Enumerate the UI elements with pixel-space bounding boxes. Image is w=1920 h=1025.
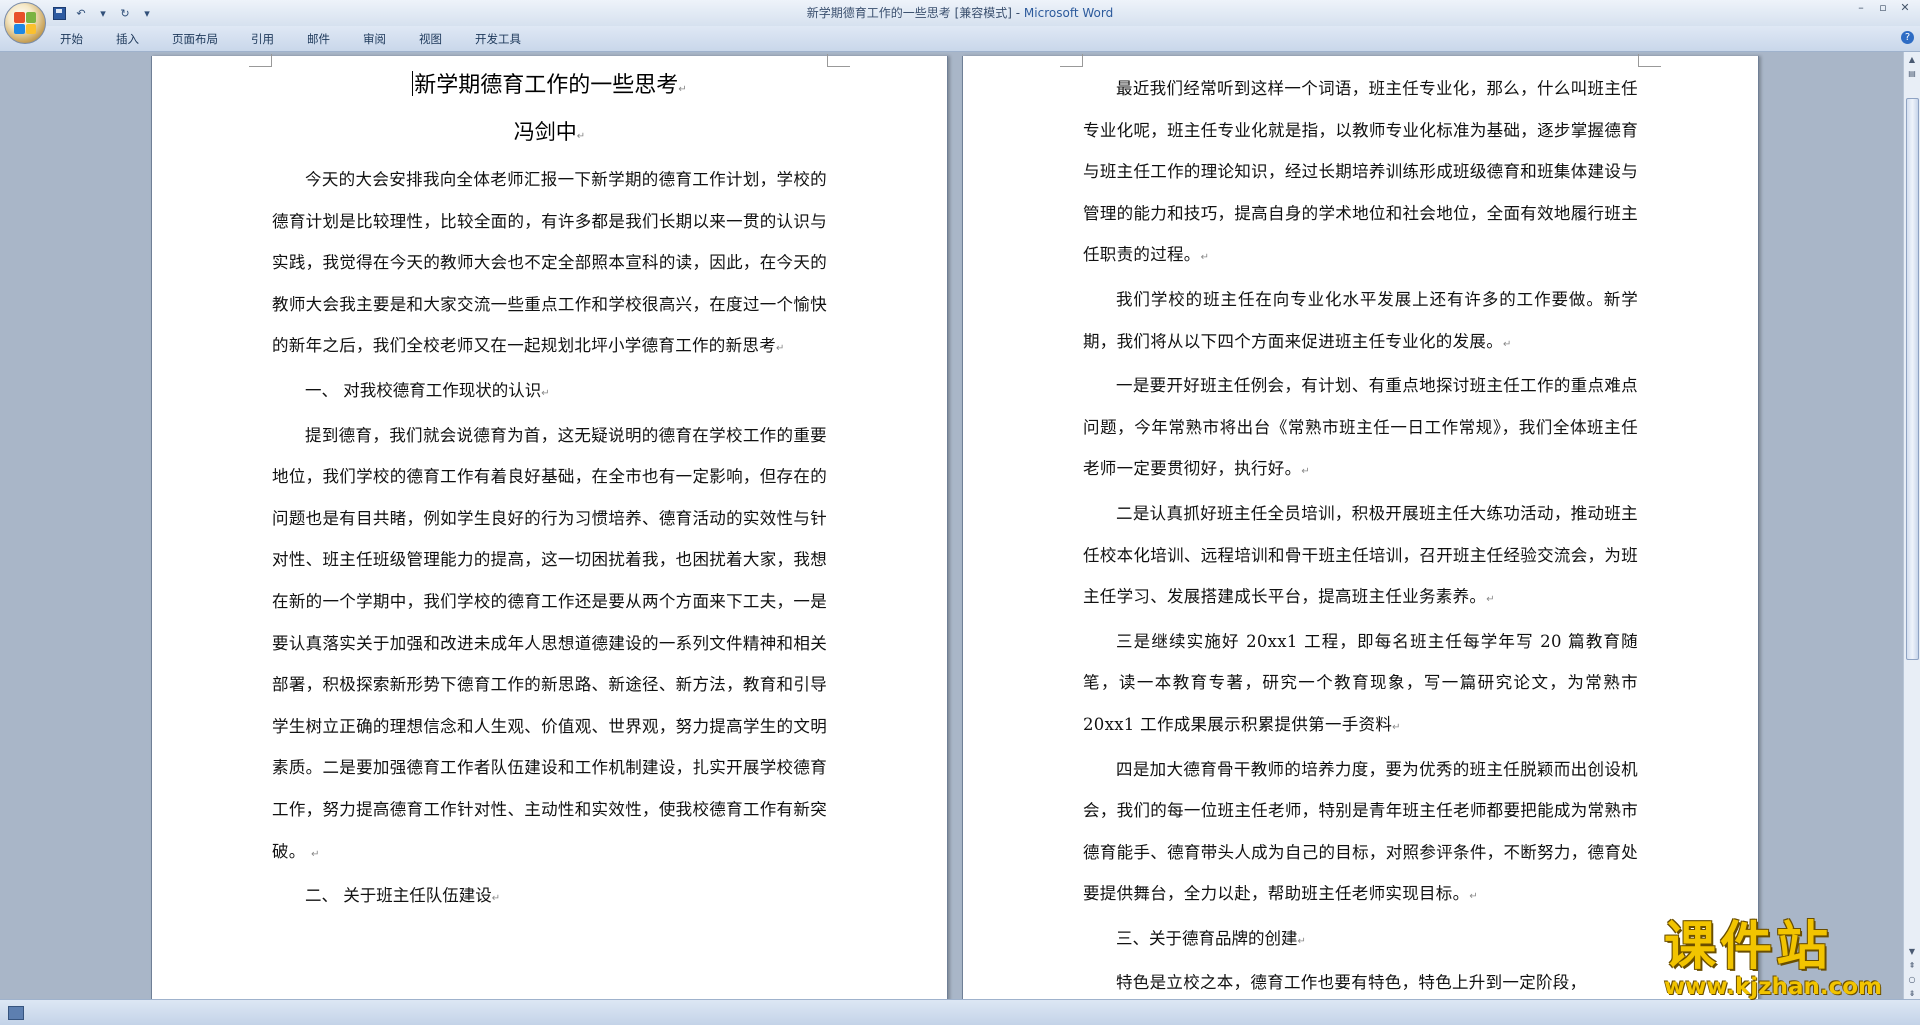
help-icon[interactable]: ? xyxy=(1901,31,1914,44)
tab-insert[interactable]: 插入 xyxy=(104,30,151,48)
paragraph: 一是要开好班主任例会，有计划、有重点地探讨班主任工作的重点难点问题，今年常熟市将… xyxy=(1083,376,1638,479)
paragraph-text: 三是继续实施好 20xx1 工程，即每名班主任每学年写 20 篇教育随笔，读一本… xyxy=(1083,631,1638,734)
document-title: 新学期德育工作的一些思考 [兼容模式] - xyxy=(806,6,1024,20)
tab-review[interactable]: 审阅 xyxy=(351,30,398,48)
tab-home[interactable]: 开始 xyxy=(48,30,95,48)
crop-mark xyxy=(1638,54,1661,67)
paragraph: 二是认真抓好班主任全员培训，积极开展班主任大练功活动，推动班主任校本化培训、远程… xyxy=(1083,503,1638,607)
author-text: 冯剑中 xyxy=(513,120,577,144)
paragraph-text: 今天的大会安排我向全体老师汇报一下新学期的德育工作计划，学校的德育计划是比较理性… xyxy=(272,170,827,356)
document-area[interactable]: 新学期德育工作的一些思考↵ 冯剑中↵ 今天的大会安排我向全体老师汇报一下新学期的… xyxy=(0,52,1904,1000)
double-down-icon: ⇟ xyxy=(1908,989,1916,998)
section-heading-text: 一、 对我校德育工作现状的认识 xyxy=(305,380,542,400)
browse-object-button[interactable]: ○ xyxy=(1906,974,1918,986)
document-heading: 新学期德育工作的一些思考↵ xyxy=(412,71,687,98)
status-bar xyxy=(0,999,1920,1025)
minimize-button[interactable]: – xyxy=(1850,0,1872,18)
macro-record-icon[interactable] xyxy=(8,1006,24,1020)
page-1-content: 新学期德育工作的一些思考↵ 冯剑中↵ 今天的大会安排我向全体老师汇报一下新学期的… xyxy=(272,66,827,920)
author-line: 冯剑中↵ xyxy=(513,120,586,144)
watermark-url: www.kjzhan.com xyxy=(1664,974,1882,1000)
section-heading: 一、 对我校德育工作现状的认识↵ xyxy=(305,380,550,400)
paragraph: 三是继续实施好 20xx1 工程，即每名班主任每学年写 20 篇教育随笔，读一本… xyxy=(1083,631,1638,734)
scroll-up-button[interactable]: ▲ xyxy=(1906,54,1918,66)
crop-mark xyxy=(249,54,272,67)
ruler-toggle-button[interactable]: ▤ xyxy=(1906,68,1918,80)
tab-page-layout[interactable]: 页面布局 xyxy=(160,30,230,48)
app-name: Microsoft Word xyxy=(1023,6,1114,20)
page-1[interactable]: 新学期德育工作的一些思考↵ 冯剑中↵ 今天的大会安排我向全体老师汇报一下新学期的… xyxy=(151,54,948,1000)
ruler-icon: ▤ xyxy=(1908,69,1916,78)
office-button[interactable] xyxy=(4,2,46,44)
vertical-scrollbar[interactable]: ▲ ▤ ▼ ⇞ ○ ⇟ xyxy=(1903,52,1920,1000)
circle-icon: ○ xyxy=(1908,975,1916,984)
section-heading-text: 二、 关于班主任队伍建设 xyxy=(305,886,492,906)
tab-view[interactable]: 视图 xyxy=(407,30,454,48)
paragraph: 四是加大德育骨干教师的培养力度，要为优秀的班主任脱颖而出创设机会，我们的每一位班… xyxy=(1083,759,1638,904)
page-2[interactable]: 最近我们经常听到这样一个词语，班主任专业化，那么，什么叫班主任专业化呢，班主任专… xyxy=(962,54,1759,1000)
section-heading: 二、 关于班主任队伍建设↵ xyxy=(305,886,501,906)
ribbon-tabs: 开始 插入 页面布局 引用 邮件 审阅 视图 开发工具 xyxy=(48,30,542,48)
paragraph: 最近我们经常听到这样一个词语，班主任专业化，那么，什么叫班主任专业化呢，班主任专… xyxy=(1083,79,1638,265)
watermark-title: 课件站 xyxy=(1664,917,1833,977)
paragraph-text: 四是加大德育骨干教师的培养力度，要为优秀的班主任脱颖而出创设机会，我们的每一位班… xyxy=(1083,759,1638,904)
tab-developer[interactable]: 开发工具 xyxy=(463,30,533,48)
close-icon: ✕ xyxy=(1900,1,1910,14)
paragraph-text: 最近我们经常听到这样一个词语，班主任专业化，那么，什么叫班主任专业化呢，班主任专… xyxy=(1083,79,1638,265)
scrollbar-thumb[interactable] xyxy=(1906,98,1919,660)
close-button[interactable]: ✕ xyxy=(1894,0,1916,18)
ribbon: 开始 插入 页面布局 引用 邮件 审阅 视图 开发工具 ? xyxy=(0,26,1920,52)
double-up-icon: ⇞ xyxy=(1908,961,1916,970)
paragraph-text: 二是认真抓好班主任全员培训，积极开展班主任大练功活动，推动班主任校本化培训、远程… xyxy=(1083,503,1638,607)
maximize-icon: ▫ xyxy=(1879,1,1887,14)
scroll-down-button[interactable]: ▼ xyxy=(1906,946,1918,958)
paragraph: 今天的大会安排我向全体老师汇报一下新学期的德育工作计划，学校的德育计划是比较理性… xyxy=(272,170,827,356)
previous-page-button[interactable]: ⇞ xyxy=(1906,960,1918,972)
crop-mark xyxy=(827,54,850,67)
paragraph-text: 提到德育，我们就会说德育为首，这无疑说明的德育在学校工作的重要地位，我们学校的德… xyxy=(272,425,827,861)
minimize-icon: – xyxy=(1858,1,1864,14)
page-2-content: 最近我们经常听到这样一个词语，班主任专业化，那么，什么叫班主任专业化呢，班主任专… xyxy=(1083,68,1638,1000)
tab-mailings[interactable]: 邮件 xyxy=(295,30,342,48)
document-heading-text: 新学期德育工作的一些思考 xyxy=(414,73,679,98)
watermark: 课件站 www.kjzhan.com xyxy=(1664,918,1904,1000)
maximize-button[interactable]: ▫ xyxy=(1872,0,1894,18)
paragraph-text: 一是要开好班主任例会，有计划、有重点地探讨班主任工作的重点难点问题，今年常熟市将… xyxy=(1083,376,1638,479)
title-bar: ↶ ▾ ↻ ▾ 新学期德育工作的一些思考 [兼容模式] - Microsoft … xyxy=(0,0,1920,27)
section-heading-text: 三、关于德育品牌的创建 xyxy=(1116,928,1298,948)
tab-references[interactable]: 引用 xyxy=(239,30,286,48)
paragraph-text: 我们学校的班主任在向专业化水平发展上还有许多的工作要做。新学期，我们将从以下四个… xyxy=(1083,289,1638,351)
section-heading: 三、关于德育品牌的创建↵ xyxy=(1116,928,1306,948)
window-controls: – ▫ ✕ xyxy=(1850,0,1916,18)
chevron-down-icon: ▼ xyxy=(1908,947,1916,956)
paragraph-text: 特色是立校之本，德育工作也要有特色，特色上升到一定阶段， xyxy=(1116,973,1587,993)
paragraph: 特色是立校之本，德育工作也要有特色，特色上升到一定阶段， xyxy=(1083,962,1638,1000)
window-title: 新学期德育工作的一些思考 [兼容模式] - Microsoft Word xyxy=(0,4,1920,21)
paragraph: 提到德育，我们就会说德育为首，这无疑说明的德育在学校工作的重要地位，我们学校的德… xyxy=(272,425,827,861)
chevron-up-icon: ▲ xyxy=(1908,55,1916,64)
office-logo-icon xyxy=(14,12,36,34)
paragraph: 我们学校的班主任在向专业化水平发展上还有许多的工作要做。新学期，我们将从以下四个… xyxy=(1083,289,1638,351)
crop-mark xyxy=(1060,54,1083,67)
